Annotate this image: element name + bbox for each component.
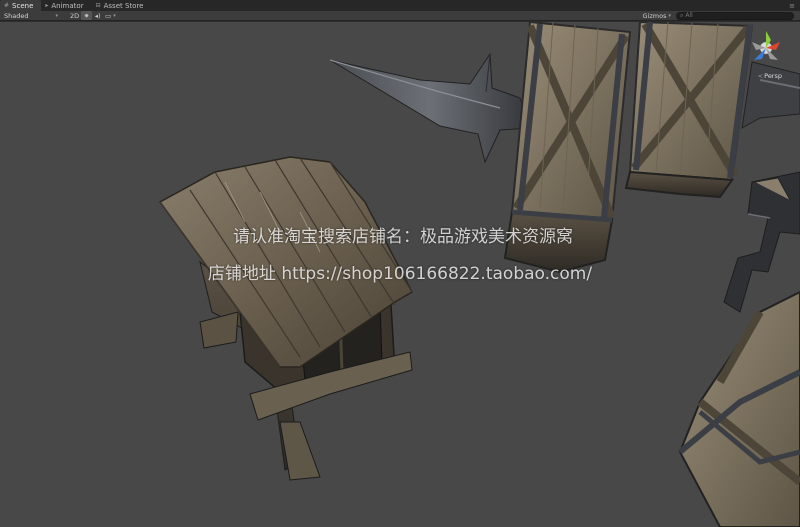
chevron-down-icon: ▾: [113, 12, 116, 19]
scene-effects-dropdown[interactable]: ▭ ▾: [103, 11, 118, 20]
gizmos-label: Gizmos: [642, 11, 667, 20]
animator-icon: ▸: [45, 2, 49, 9]
scene-lighting-toggle[interactable]: ✷: [81, 11, 93, 20]
scene-orientation-gizmo[interactable]: [746, 28, 786, 68]
crate-tower-left[interactable]: [503, 22, 632, 274]
editor-tab-bar: # Scene ▸ Animator ⊟ Asset Store ≡: [0, 0, 800, 11]
gizmo-z-axis-icon[interactable]: [754, 48, 766, 60]
perspective-icon: <: [757, 72, 764, 80]
scene-search-input[interactable]: [685, 12, 786, 19]
scene-viewport[interactable]: <Persp: [0, 22, 800, 527]
scene-icon: #: [4, 2, 10, 9]
crate-bottom-right[interactable]: [678, 290, 800, 527]
scene-search: ⌕: [676, 11, 794, 20]
tab-asset-store-label: Asset Store: [103, 1, 144, 10]
image-icon: ▭: [105, 11, 112, 20]
chevron-down-icon: ▾: [55, 12, 58, 19]
sun-icon: ✷: [83, 11, 90, 20]
shading-mode-label: Shaded: [4, 11, 29, 20]
speaker-icon: ◂): [94, 11, 101, 20]
shading-mode-dropdown[interactable]: Shaded ▾: [0, 11, 62, 21]
asset-store-icon: ⊟: [95, 2, 101, 9]
projection-label: Persp: [764, 72, 782, 80]
spike-prop[interactable]: [329, 52, 531, 164]
scene-toolbar: Shaded ▾ 2D ✷ ◂) ▭ ▾ Gizmos ▾ ⌕: [0, 11, 800, 21]
tab-scene-label: Scene: [12, 1, 34, 10]
gizmos-dropdown[interactable]: Gizmos ▾: [641, 11, 673, 20]
scene-audio-toggle[interactable]: ◂): [92, 11, 103, 20]
projection-toggle[interactable]: <Persp: [758, 72, 782, 80]
tab-animator[interactable]: ▸ Animator: [41, 0, 91, 11]
crate-tower-right[interactable]: [624, 22, 754, 199]
blade-partial-right[interactable]: [723, 171, 800, 313]
search-icon: ⌕: [680, 11, 684, 19]
2d-mode-label: 2D: [70, 11, 80, 20]
tab-context-menu-icon[interactable]: ≡: [784, 2, 800, 10]
chevron-down-icon: ▾: [668, 12, 671, 19]
2d-mode-toggle[interactable]: 2D: [68, 11, 81, 20]
scene-render: [158, 22, 800, 527]
tab-asset-store[interactable]: ⊟ Asset Store: [92, 0, 152, 11]
wooden-shack-prop[interactable]: [158, 156, 413, 481]
tab-animator-label: Animator: [51, 1, 84, 10]
gizmo-neg-z-icon[interactable]: [766, 48, 778, 60]
tab-scene[interactable]: # Scene: [0, 0, 42, 11]
